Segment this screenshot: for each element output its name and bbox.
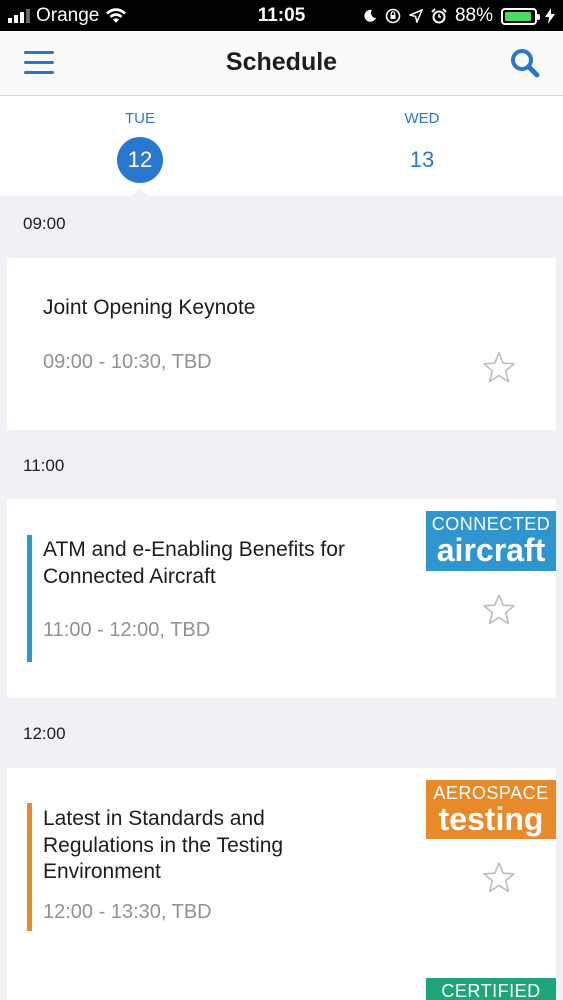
session-time-location: 09:00 - 10:30, TBD bbox=[43, 351, 212, 373]
tab-day-wed[interactable]: WED 13 bbox=[332, 96, 512, 196]
day-date: 12 bbox=[117, 137, 163, 183]
moon-icon bbox=[364, 9, 376, 22]
time-slot-label: 11:00 bbox=[23, 456, 65, 475]
session-time-location: 11:00 - 12:00, TBD bbox=[43, 619, 211, 641]
page-title: Schedule bbox=[225, 48, 338, 76]
status-bar: Orange 11:05 88% bbox=[0, 0, 563, 31]
star-icon[interactable] bbox=[482, 351, 516, 385]
time-slot-label: 12:00 bbox=[23, 724, 66, 743]
session-card[interactable]: ATM and e-Enabling Benefits for Connecte… bbox=[7, 499, 556, 698]
battery-icon bbox=[501, 7, 540, 25]
app-header: Schedule bbox=[0, 31, 563, 96]
time-slot-label: 09:00 bbox=[23, 214, 66, 233]
charging-icon bbox=[545, 8, 555, 24]
location-icon bbox=[408, 9, 423, 23]
track-logo-certified: CERTIFIED bbox=[426, 978, 556, 1000]
day-date: 13 bbox=[409, 147, 435, 172]
session-title: Joint Opening Keynote bbox=[43, 296, 256, 319]
search-icon[interactable] bbox=[509, 47, 541, 79]
session-card[interactable]: Latest in Standards and Regulations in t… bbox=[7, 768, 556, 1000]
session-title: Latest in Standards and Regulations in t… bbox=[43, 807, 284, 883]
battery-percent: 88% bbox=[454, 5, 493, 26]
session-title: ATM and e-Enabling Benefits for Connecte… bbox=[43, 538, 345, 588]
session-time-location: 12:00 - 13:30, TBD bbox=[43, 901, 212, 923]
track-accent-bar bbox=[27, 803, 32, 931]
day-of-week: TUE bbox=[125, 110, 155, 127]
star-icon[interactable] bbox=[482, 861, 516, 895]
star-icon[interactable] bbox=[482, 593, 516, 627]
track-logo-aerospace-testing: AEROSPACE testing bbox=[426, 780, 556, 839]
day-of-week: WED bbox=[404, 110, 440, 127]
rotation-lock-icon bbox=[385, 8, 401, 24]
track-logo-connected-aircraft: CONNECTED aircraft bbox=[426, 511, 556, 571]
track-accent-bar bbox=[27, 535, 32, 662]
day-tabs: TUE 12 WED 13 bbox=[0, 96, 563, 196]
alarm-icon bbox=[431, 8, 447, 24]
session-card[interactable]: Joint Opening Keynote 09:00 - 10:30, TBD bbox=[7, 258, 556, 430]
tab-day-tue[interactable]: TUE 12 bbox=[50, 96, 230, 196]
